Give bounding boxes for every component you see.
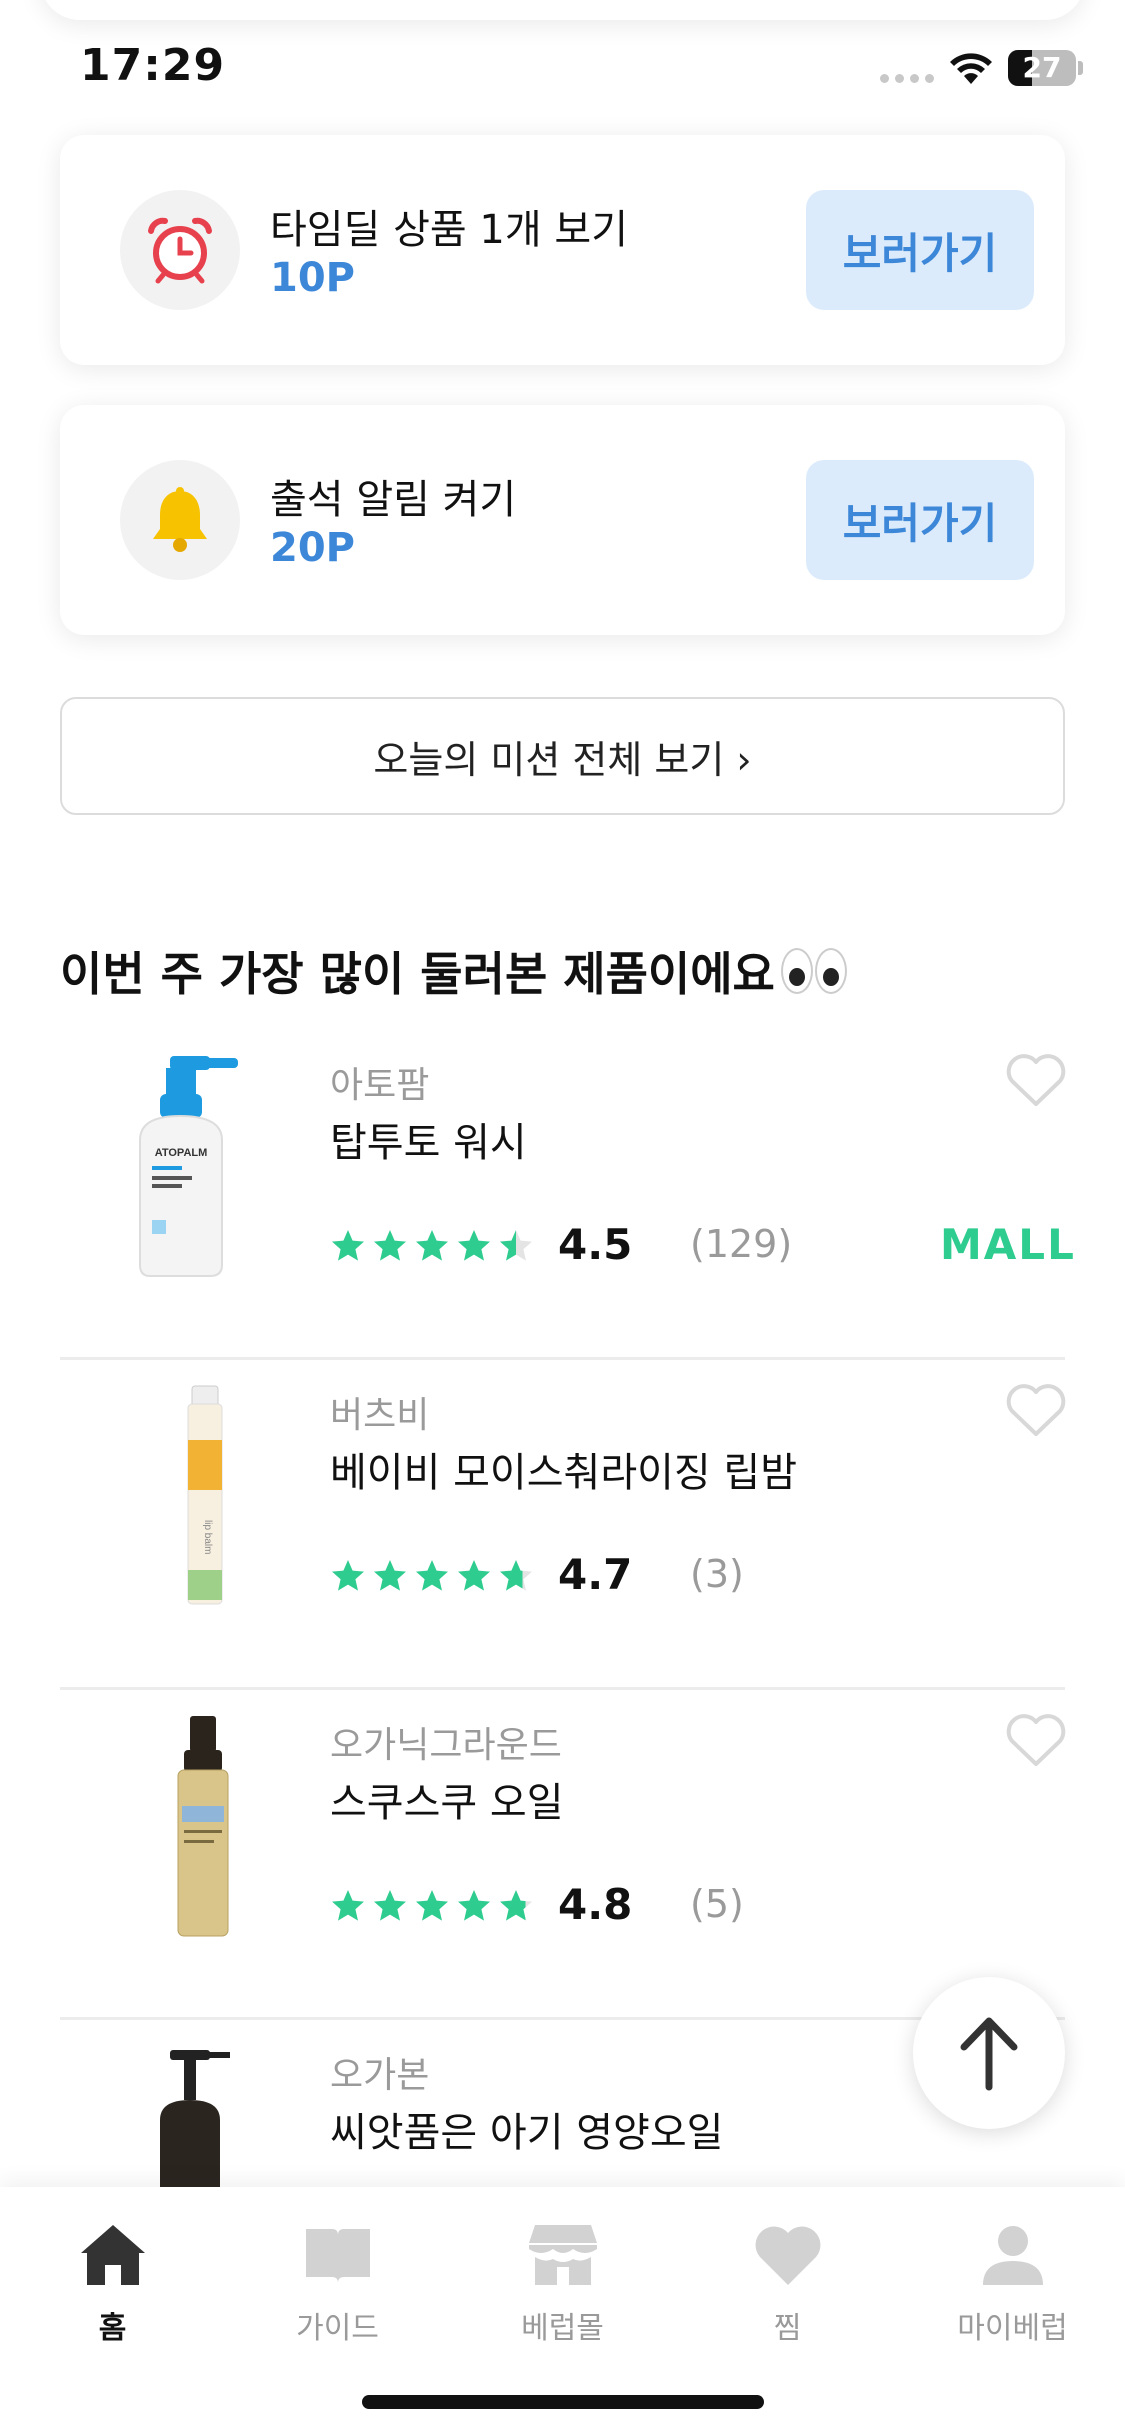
go-button[interactable]: 보러가기 [806, 190, 1034, 310]
alarm-clock-icon [120, 190, 240, 310]
product-brand: 오가본 [330, 2055, 430, 2096]
cellular-signal-icon [880, 74, 934, 83]
svg-text:lip balm: lip balm [202, 1520, 213, 1554]
tab-guide[interactable]: 가이드 [225, 2207, 450, 2357]
home-icon [80, 2225, 145, 2285]
star-rating [330, 1558, 534, 1594]
tab-my[interactable]: 마이베럽 [900, 2207, 1125, 2357]
product-name: 스쿠스쿠 오일 [330, 1780, 564, 1826]
top-sheet [40, 0, 1085, 20]
product-image-lipbalm: lip balm [187, 1385, 223, 1605]
star-icon [500, 1890, 532, 1921]
star-icon [458, 1560, 490, 1591]
star-rating [330, 1888, 534, 1924]
star-icon [458, 1890, 490, 1921]
status-time: 17:29 [80, 40, 226, 91]
tab-label: 찜 [773, 2311, 802, 2346]
star-icon [332, 1560, 364, 1591]
all-missions-button[interactable]: 오늘의 미션 전체 보기 › [60, 697, 1065, 815]
mission-points: 20P [270, 525, 355, 571]
mission-title: 타임딜 상품 1개 보기 [270, 207, 628, 253]
tab-label: 가이드 [296, 2311, 379, 2346]
product-item[interactable]: 오가닉그라운드 스쿠스쿠 오일 4.8 (5) [60, 1690, 1067, 2020]
star-icon [500, 1230, 532, 1261]
eyes-emoji-icon [780, 948, 847, 994]
product-item[interactable]: lip balm 버츠비 베이비 모이스춰라이징 립밤 4.7 (3) [60, 1360, 1067, 1690]
mission-points: 10P [270, 255, 355, 301]
heart-outline-icon[interactable] [1005, 1052, 1067, 1108]
status-bar: 17:29 27 [0, 0, 1125, 130]
section-title-text: 이번 주 가장 많이 둘러본 제품이에요 [60, 947, 775, 1001]
rating-value: 4.8 [558, 1880, 633, 1929]
product-name: 베이비 모이스춰라이징 립밤 [330, 1450, 798, 1496]
heart-outline-icon[interactable] [1005, 1382, 1067, 1438]
product-image-wash: ATOPALM [139, 1056, 238, 1277]
tab-label: 마이베럽 [957, 2311, 1068, 2346]
review-count: (3) [690, 1552, 744, 1596]
review-count: (5) [690, 1882, 744, 1926]
battery-tip [1078, 61, 1083, 75]
star-icon [374, 1560, 406, 1591]
heart-outline-icon[interactable] [1005, 1712, 1067, 1768]
bell-icon [120, 460, 240, 580]
review-count: (129) [690, 1222, 793, 1266]
store-icon [528, 2225, 597, 2285]
product-image-oil [177, 1716, 229, 1937]
star-icon [416, 1890, 448, 1921]
book-icon [305, 2229, 370, 2283]
tab-home[interactable]: 홈 [0, 2207, 225, 2357]
scroll-to-top-button[interactable] [913, 1977, 1065, 2129]
star-icon [332, 1890, 364, 1921]
star-icon [332, 1230, 364, 1261]
product-brand: 버츠비 [330, 1395, 430, 1436]
app-screen: 17:29 27 타임딜 상품 1개 보기 10P 보러가기 출석 알림 켜기 … [0, 0, 1125, 2436]
star-icon [374, 1230, 406, 1261]
go-button[interactable]: 보러가기 [806, 460, 1034, 580]
product-brand: 오가닉그라운드 [330, 1725, 562, 1766]
mission-title: 출석 알림 켜기 [270, 477, 517, 523]
star-icon [500, 1560, 532, 1591]
battery-icon: 27 [1008, 50, 1076, 86]
arrow-up-icon [960, 2017, 1018, 2091]
rating-value: 4.7 [558, 1550, 633, 1599]
section-title: 이번 주 가장 많이 둘러본 제품이에요 [60, 938, 847, 1004]
battery-level: 27 [1022, 51, 1062, 84]
product-name: 탑투토 워시 [330, 1120, 527, 1166]
tab-mall[interactable]: 베럽몰 [450, 2207, 675, 2357]
star-icon [416, 1230, 448, 1261]
mission-card-attendance: 출석 알림 켜기 20P 보러가기 [60, 405, 1065, 635]
star-icon [458, 1230, 490, 1261]
mission-card-timedeal: 타임딜 상품 1개 보기 10P 보러가기 [60, 135, 1065, 365]
tab-label: 홈 [98, 2311, 127, 2346]
star-icon [416, 1560, 448, 1591]
wifi-icon [950, 53, 992, 84]
heart-icon [755, 2226, 820, 2285]
person-icon [982, 2226, 1043, 2285]
star-rating [330, 1228, 534, 1264]
home-indicator [362, 2395, 764, 2409]
mall-badge: MALL [940, 1220, 1076, 1269]
product-brand: 아토팜 [330, 1065, 430, 1106]
product-name: 씨앗품은 아기 영양오일 [330, 2110, 724, 2156]
tab-favorites[interactable]: 찜 [675, 2207, 900, 2357]
tab-label: 베럽몰 [521, 2311, 604, 2346]
rating-value: 4.5 [558, 1220, 633, 1269]
star-icon [374, 1890, 406, 1921]
svg-text:ATOPALM: ATOPALM [155, 1147, 208, 1159]
product-item[interactable]: ATOPALM 아토팜 탑투토 워시 4.5 (129) MALL [60, 1030, 1074, 1360]
